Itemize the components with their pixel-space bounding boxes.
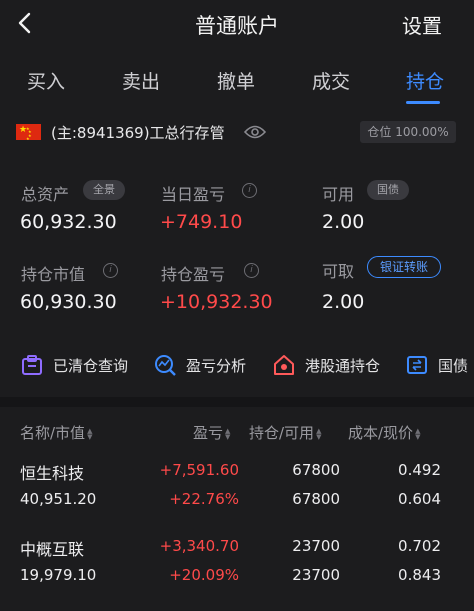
position-pnl-label: 持仓盈亏 <box>161 265 226 284</box>
sort-icon: ▲ ▼ <box>415 426 421 441</box>
stock-holding: 23700 <box>292 537 340 555</box>
treasury-chip[interactable]: 国债 <box>367 180 409 200</box>
tab-sell[interactable]: 卖出 <box>122 67 160 94</box>
total-assets-label: 总资产 <box>21 185 70 204</box>
column-header-pnl[interactable]: 盈亏 ▲ ▼ <box>193 422 230 443</box>
available-label: 可用 <box>322 185 355 204</box>
tab-deals[interactable]: 成交 <box>312 67 350 94</box>
settings-button[interactable]: 设置 <box>402 10 442 39</box>
shortcut-hk-connect[interactable]: 港股通持仓 <box>273 352 393 380</box>
stock-price: 0.604 <box>398 490 441 508</box>
withdrawable-value: 2.00 <box>322 291 365 313</box>
stock-pnl: +3,340.70 <box>159 537 239 555</box>
shortcut-label: 港股通持仓 <box>305 357 381 375</box>
daily-pnl-value: +749.10 <box>160 211 243 233</box>
market-value-info-icon[interactable]: i <box>103 263 118 278</box>
active-tab-indicator <box>406 101 440 104</box>
shortcut-label: 已清仓查询 <box>53 357 129 375</box>
cleared-positions-icon <box>22 355 42 375</box>
stock-pnl-percent: +20.09% <box>169 566 239 584</box>
tab-buy[interactable]: 买入 <box>27 67 65 94</box>
market-value-value: 60,930.30 <box>20 291 117 313</box>
stock-pnl: +7,591.60 <box>159 461 239 479</box>
account-name[interactable]: (主:8941369)工总行存管 <box>51 122 225 143</box>
tab-cancel[interactable]: 撤单 <box>217 67 255 94</box>
pnl-analysis-icon <box>155 355 176 376</box>
table-row[interactable]: 中概互联 19,979.10 +3,340.70 +20.09% 23700 2… <box>0 528 474 608</box>
column-header-cost[interactable]: 成本/现价 ▲ ▼ <box>348 422 420 443</box>
sort-icon: ▲ ▼ <box>316 426 322 441</box>
china-flag-icon: ★ ★ ★ ★ ★ <box>16 124 41 141</box>
column-header-name[interactable]: 名称/市值 ▲ ▼ <box>20 422 92 443</box>
sort-icon: ▲ ▼ <box>225 426 231 441</box>
stock-holding: 67800 <box>292 461 340 479</box>
eye-icon[interactable] <box>243 124 267 140</box>
total-assets-value: 60,932.30 <box>20 211 117 233</box>
tab-positions[interactable]: 持仓 <box>406 67 444 94</box>
bank-transfer-button[interactable]: 银证转账 <box>367 256 441 278</box>
column-header-holding[interactable]: 持仓/可用 ▲ ▼ <box>249 422 321 443</box>
top-bar: 普通账户 设置 <box>0 0 474 50</box>
stock-name: 恒生科技 <box>20 464 85 483</box>
shortcut-label: 盈亏分析 <box>186 357 247 375</box>
stock-name: 中概互联 <box>20 540 85 559</box>
stock-pnl-percent: +22.76% <box>169 490 239 508</box>
withdrawable-label: 可取 <box>322 262 355 281</box>
stock-available: 67800 <box>292 490 340 508</box>
stock-market-value: 40,951.20 <box>20 490 97 508</box>
market-value-label: 持仓市值 <box>21 265 86 284</box>
stock-market-value: 19,979.10 <box>20 566 97 584</box>
hk-connect-icon <box>274 355 294 375</box>
position-pnl-info-icon[interactable]: i <box>244 263 259 278</box>
stock-cost: 0.702 <box>398 537 441 555</box>
table-row[interactable]: 恒生科技 40,951.20 +7,591.60 +22.76% 67800 6… <box>0 452 474 532</box>
daily-pnl-info-icon[interactable]: i <box>242 183 257 198</box>
stock-cost: 0.492 <box>398 461 441 479</box>
stock-price: 0.843 <box>398 566 441 584</box>
shortcut-cleared-positions[interactable]: 已清仓查询 <box>21 352 141 380</box>
daily-pnl-label: 当日盈亏 <box>161 185 226 204</box>
shortcut-label: 国债 <box>438 357 469 375</box>
shortcut-treasury[interactable]: 国债 <box>406 352 474 380</box>
overview-chip[interactable]: 全景 <box>83 180 125 200</box>
stock-available: 23700 <box>292 566 340 584</box>
available-value: 2.00 <box>322 211 365 233</box>
sort-icon: ▲ ▼ <box>87 426 93 441</box>
shortcut-pnl-analysis[interactable]: 盈亏分析 <box>154 352 264 380</box>
section-divider <box>0 397 474 407</box>
treasury-icon <box>407 356 427 374</box>
position-ratio-badge: 仓位 100.00% <box>360 121 456 143</box>
trade-tabs: 买入 卖出 撤单 成交 持仓 <box>0 55 474 107</box>
position-pnl-value: +10,932.30 <box>160 291 273 313</box>
